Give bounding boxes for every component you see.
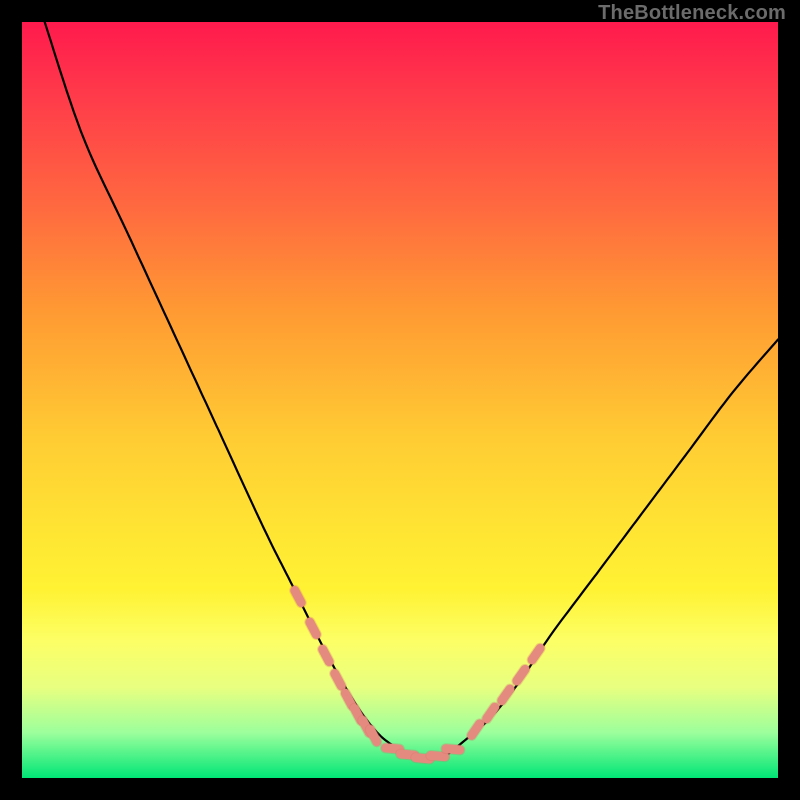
watermark-text: TheBottleneck.com (598, 2, 786, 25)
marker-pill (386, 748, 400, 749)
marker-pill (323, 649, 330, 661)
marker-pill (345, 693, 352, 705)
marker-pill (446, 749, 460, 750)
marker-pill (431, 756, 445, 757)
chart-frame: TheBottleneck.com (0, 0, 800, 800)
marker-cluster-bottom (386, 748, 460, 759)
marker-pill (370, 730, 377, 742)
marker-pill (310, 622, 317, 634)
marker-pill (295, 590, 302, 602)
curve-svg (22, 22, 778, 778)
marker-cluster-right (472, 648, 540, 735)
marker-pill (335, 674, 342, 686)
plot-area (22, 22, 778, 778)
bottleneck-curve (45, 22, 778, 759)
